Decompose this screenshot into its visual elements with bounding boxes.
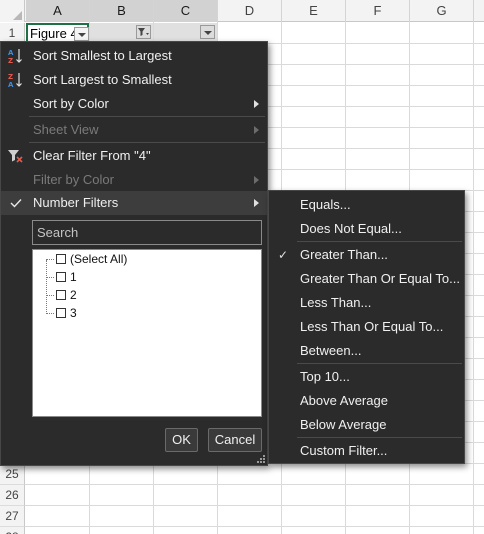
custom-filter-item[interactable]: Custom Filter... xyxy=(269,439,464,463)
sort-by-color-item[interactable]: Sort by Color xyxy=(1,92,267,116)
filter-greater-than-item[interactable]: ✓ Greater Than... xyxy=(269,243,464,267)
filter-above-average-item[interactable]: Above Average xyxy=(269,389,464,413)
number-filters-submenu: Equals... Does Not Equal... ✓ Greater Th… xyxy=(268,190,465,464)
filter-less-than-item[interactable]: Less Than... xyxy=(269,291,464,315)
cell-b1[interactable] xyxy=(90,23,153,43)
filter-below-average-item[interactable]: Below Average xyxy=(269,413,464,437)
filter-top-10-item[interactable]: Top 10... xyxy=(269,365,464,389)
svg-text:Z: Z xyxy=(8,73,13,81)
sort-ascending-item[interactable]: A Z Sort Smallest to Largest xyxy=(1,44,267,68)
submenu-arrow-icon xyxy=(254,100,259,108)
select-all-corner[interactable] xyxy=(0,0,25,22)
filter-dropdown-icon[interactable] xyxy=(74,27,89,41)
resize-grip-icon[interactable] xyxy=(257,455,265,463)
sheet-view-item: Sheet View xyxy=(1,118,267,142)
column-header-c[interactable]: C xyxy=(154,0,218,22)
row-header-27[interactable]: 27 xyxy=(0,506,25,527)
column-header-e[interactable]: E xyxy=(282,0,346,22)
filter-dropdown-icon[interactable] xyxy=(200,25,215,39)
clear-filter-icon xyxy=(7,147,25,165)
row-header-25[interactable]: 25 xyxy=(0,464,25,485)
svg-text:A: A xyxy=(8,49,14,57)
filter-less-than-or-equal-item[interactable]: Less Than Or Equal To... xyxy=(269,315,464,339)
svg-text:A: A xyxy=(8,81,14,89)
column-header-row: A B C D E F G xyxy=(0,0,484,22)
cell-c1[interactable] xyxy=(154,23,217,43)
checkbox[interactable] xyxy=(56,254,66,264)
checkbox[interactable] xyxy=(56,290,66,300)
number-filters-item[interactable]: Number Filters xyxy=(1,191,267,215)
submenu-arrow-icon xyxy=(254,126,259,134)
sort-descending-icon: Z A xyxy=(7,71,25,89)
cancel-button[interactable]: Cancel xyxy=(208,428,262,452)
filter-greater-than-or-equal-item[interactable]: Greater Than Or Equal To... xyxy=(269,267,464,291)
checkmark-icon xyxy=(7,194,25,212)
sort-descending-item[interactable]: Z A Sort Largest to Smallest xyxy=(1,68,267,92)
column-header-b[interactable]: B xyxy=(90,0,154,22)
autofilter-menu: A Z Sort Smallest to Largest Z A Sort La… xyxy=(0,41,268,466)
column-header-f[interactable]: F xyxy=(346,0,410,22)
filter-does-not-equal-item[interactable]: Does Not Equal... xyxy=(269,217,464,241)
cell-a1[interactable]: Figure 4 xyxy=(26,23,89,43)
submenu-arrow-icon xyxy=(254,199,259,207)
checkmark-icon: ✓ xyxy=(278,248,289,262)
row-header-28[interactable]: 28 xyxy=(0,527,25,534)
filter-by-color-item: Filter by Color xyxy=(1,168,267,192)
filter-values-list: (Select All) 1 2 3 xyxy=(32,249,262,417)
search-input[interactable] xyxy=(32,220,262,245)
svg-text:Z: Z xyxy=(8,57,13,65)
filter-between-item[interactable]: Between... xyxy=(269,339,464,363)
checkbox[interactable] xyxy=(56,308,66,318)
column-header-g[interactable]: G xyxy=(410,0,474,22)
column-header-a[interactable]: A xyxy=(26,0,90,22)
sort-ascending-icon: A Z xyxy=(7,47,25,65)
column-header-d[interactable]: D xyxy=(218,0,282,22)
filter-active-icon[interactable] xyxy=(136,25,151,39)
filter-equals-item[interactable]: Equals... xyxy=(269,193,464,217)
submenu-arrow-icon xyxy=(254,176,259,184)
ok-button[interactable]: OK xyxy=(165,428,198,452)
cell-a1-text: Figure 4 xyxy=(30,26,74,41)
clear-filter-item[interactable]: Clear Filter From "4" xyxy=(1,144,267,168)
row-header-26[interactable]: 26 xyxy=(0,485,25,506)
checkbox[interactable] xyxy=(56,272,66,282)
